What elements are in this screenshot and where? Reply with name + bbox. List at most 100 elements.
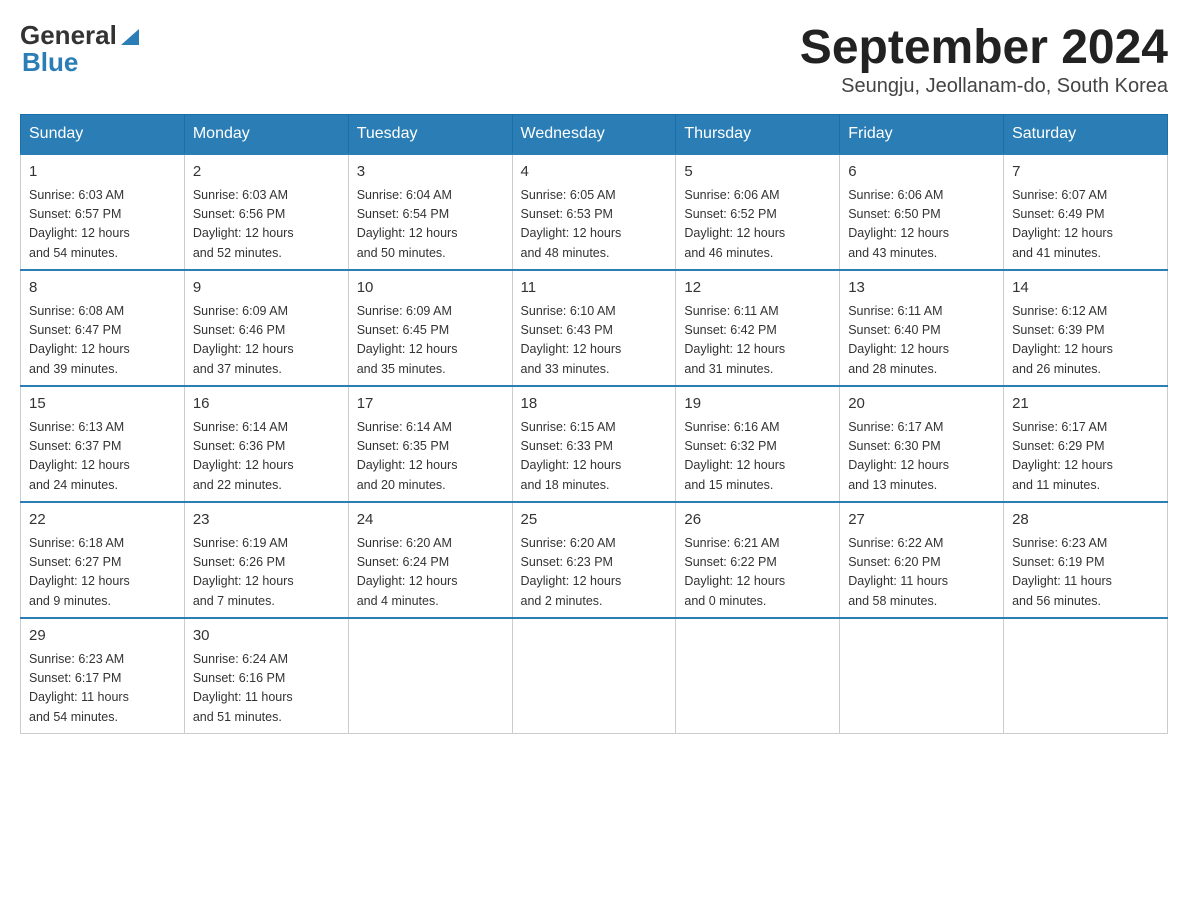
day-info: Sunrise: 6:09 AMSunset: 6:46 PMDaylight:… <box>193 304 294 376</box>
title-section: September 2024 Seungju, Jeollanam-do, So… <box>800 20 1168 98</box>
day-info: Sunrise: 6:17 AMSunset: 6:29 PMDaylight:… <box>1012 420 1113 492</box>
day-number: 6 <box>848 161 995 184</box>
day-number: 17 <box>357 393 504 416</box>
calendar-cell <box>840 618 1004 734</box>
calendar-week-4: 22 Sunrise: 6:18 AMSunset: 6:27 PMDaylig… <box>21 502 1168 618</box>
calendar-cell: 27 Sunrise: 6:22 AMSunset: 6:20 PMDaylig… <box>840 502 1004 618</box>
calendar-cell: 7 Sunrise: 6:07 AMSunset: 6:49 PMDayligh… <box>1004 154 1168 270</box>
day-number: 19 <box>684 393 831 416</box>
day-number: 29 <box>29 625 176 648</box>
day-info: Sunrise: 6:14 AMSunset: 6:35 PMDaylight:… <box>357 420 458 492</box>
day-info: Sunrise: 6:23 AMSunset: 6:17 PMDaylight:… <box>29 652 129 724</box>
day-number: 10 <box>357 277 504 300</box>
calendar-cell: 26 Sunrise: 6:21 AMSunset: 6:22 PMDaylig… <box>676 502 840 618</box>
calendar-cell: 8 Sunrise: 6:08 AMSunset: 6:47 PMDayligh… <box>21 270 185 386</box>
day-number: 27 <box>848 509 995 532</box>
day-info: Sunrise: 6:15 AMSunset: 6:33 PMDaylight:… <box>521 420 622 492</box>
day-number: 1 <box>29 161 176 184</box>
calendar-cell: 14 Sunrise: 6:12 AMSunset: 6:39 PMDaylig… <box>1004 270 1168 386</box>
day-number: 15 <box>29 393 176 416</box>
header-wednesday: Wednesday <box>512 115 676 155</box>
day-number: 3 <box>357 161 504 184</box>
calendar-cell: 20 Sunrise: 6:17 AMSunset: 6:30 PMDaylig… <box>840 386 1004 502</box>
day-info: Sunrise: 6:08 AMSunset: 6:47 PMDaylight:… <box>29 304 130 376</box>
day-info: Sunrise: 6:05 AMSunset: 6:53 PMDaylight:… <box>521 188 622 260</box>
day-number: 2 <box>193 161 340 184</box>
day-number: 16 <box>193 393 340 416</box>
calendar-cell: 30 Sunrise: 6:24 AMSunset: 6:16 PMDaylig… <box>184 618 348 734</box>
day-info: Sunrise: 6:18 AMSunset: 6:27 PMDaylight:… <box>29 536 130 608</box>
weekday-header-row: Sunday Monday Tuesday Wednesday Thursday… <box>21 115 1168 155</box>
calendar-cell: 16 Sunrise: 6:14 AMSunset: 6:36 PMDaylig… <box>184 386 348 502</box>
header-monday: Monday <box>184 115 348 155</box>
calendar-week-2: 8 Sunrise: 6:08 AMSunset: 6:47 PMDayligh… <box>21 270 1168 386</box>
calendar-table: Sunday Monday Tuesday Wednesday Thursday… <box>20 114 1168 734</box>
header-saturday: Saturday <box>1004 115 1168 155</box>
day-number: 18 <box>521 393 668 416</box>
day-number: 21 <box>1012 393 1159 416</box>
page-header: General Blue September 2024 Seungju, Jeo… <box>20 20 1168 98</box>
day-number: 9 <box>193 277 340 300</box>
day-info: Sunrise: 6:04 AMSunset: 6:54 PMDaylight:… <box>357 188 458 260</box>
day-number: 14 <box>1012 277 1159 300</box>
day-number: 22 <box>29 509 176 532</box>
calendar-cell: 23 Sunrise: 6:19 AMSunset: 6:26 PMDaylig… <box>184 502 348 618</box>
day-number: 26 <box>684 509 831 532</box>
calendar-cell: 13 Sunrise: 6:11 AMSunset: 6:40 PMDaylig… <box>840 270 1004 386</box>
day-info: Sunrise: 6:20 AMSunset: 6:24 PMDaylight:… <box>357 536 458 608</box>
day-number: 7 <box>1012 161 1159 184</box>
day-info: Sunrise: 6:03 AMSunset: 6:56 PMDaylight:… <box>193 188 294 260</box>
day-info: Sunrise: 6:19 AMSunset: 6:26 PMDaylight:… <box>193 536 294 608</box>
calendar-cell <box>512 618 676 734</box>
calendar-cell: 19 Sunrise: 6:16 AMSunset: 6:32 PMDaylig… <box>676 386 840 502</box>
day-info: Sunrise: 6:22 AMSunset: 6:20 PMDaylight:… <box>848 536 948 608</box>
calendar-cell: 28 Sunrise: 6:23 AMSunset: 6:19 PMDaylig… <box>1004 502 1168 618</box>
calendar-week-3: 15 Sunrise: 6:13 AMSunset: 6:37 PMDaylig… <box>21 386 1168 502</box>
day-info: Sunrise: 6:13 AMSunset: 6:37 PMDaylight:… <box>29 420 130 492</box>
calendar-cell: 9 Sunrise: 6:09 AMSunset: 6:46 PMDayligh… <box>184 270 348 386</box>
day-info: Sunrise: 6:06 AMSunset: 6:50 PMDaylight:… <box>848 188 949 260</box>
calendar-cell: 2 Sunrise: 6:03 AMSunset: 6:56 PMDayligh… <box>184 154 348 270</box>
day-number: 23 <box>193 509 340 532</box>
day-info: Sunrise: 6:23 AMSunset: 6:19 PMDaylight:… <box>1012 536 1112 608</box>
day-info: Sunrise: 6:20 AMSunset: 6:23 PMDaylight:… <box>521 536 622 608</box>
calendar-cell: 21 Sunrise: 6:17 AMSunset: 6:29 PMDaylig… <box>1004 386 1168 502</box>
day-number: 5 <box>684 161 831 184</box>
calendar-cell: 29 Sunrise: 6:23 AMSunset: 6:17 PMDaylig… <box>21 618 185 734</box>
logo-blue-text: Blue <box>22 47 78 78</box>
day-info: Sunrise: 6:09 AMSunset: 6:45 PMDaylight:… <box>357 304 458 376</box>
header-sunday: Sunday <box>21 115 185 155</box>
calendar-cell: 5 Sunrise: 6:06 AMSunset: 6:52 PMDayligh… <box>676 154 840 270</box>
day-number: 24 <box>357 509 504 532</box>
day-info: Sunrise: 6:12 AMSunset: 6:39 PMDaylight:… <box>1012 304 1113 376</box>
calendar-cell <box>348 618 512 734</box>
day-number: 4 <box>521 161 668 184</box>
day-info: Sunrise: 6:16 AMSunset: 6:32 PMDaylight:… <box>684 420 785 492</box>
calendar-cell: 17 Sunrise: 6:14 AMSunset: 6:35 PMDaylig… <box>348 386 512 502</box>
logo: General Blue <box>20 20 143 78</box>
day-info: Sunrise: 6:10 AMSunset: 6:43 PMDaylight:… <box>521 304 622 376</box>
location: Seungju, Jeollanam-do, South Korea <box>800 75 1168 98</box>
calendar-cell: 6 Sunrise: 6:06 AMSunset: 6:50 PMDayligh… <box>840 154 1004 270</box>
calendar-cell: 18 Sunrise: 6:15 AMSunset: 6:33 PMDaylig… <box>512 386 676 502</box>
day-number: 20 <box>848 393 995 416</box>
day-info: Sunrise: 6:06 AMSunset: 6:52 PMDaylight:… <box>684 188 785 260</box>
header-friday: Friday <box>840 115 1004 155</box>
calendar-cell: 24 Sunrise: 6:20 AMSunset: 6:24 PMDaylig… <box>348 502 512 618</box>
day-info: Sunrise: 6:03 AMSunset: 6:57 PMDaylight:… <box>29 188 130 260</box>
calendar-cell: 22 Sunrise: 6:18 AMSunset: 6:27 PMDaylig… <box>21 502 185 618</box>
day-number: 30 <box>193 625 340 648</box>
calendar-week-5: 29 Sunrise: 6:23 AMSunset: 6:17 PMDaylig… <box>21 618 1168 734</box>
day-number: 25 <box>521 509 668 532</box>
day-info: Sunrise: 6:17 AMSunset: 6:30 PMDaylight:… <box>848 420 949 492</box>
calendar-cell: 3 Sunrise: 6:04 AMSunset: 6:54 PMDayligh… <box>348 154 512 270</box>
calendar-cell: 12 Sunrise: 6:11 AMSunset: 6:42 PMDaylig… <box>676 270 840 386</box>
calendar-cell: 25 Sunrise: 6:20 AMSunset: 6:23 PMDaylig… <box>512 502 676 618</box>
day-info: Sunrise: 6:14 AMSunset: 6:36 PMDaylight:… <box>193 420 294 492</box>
day-number: 12 <box>684 277 831 300</box>
calendar-week-1: 1 Sunrise: 6:03 AMSunset: 6:57 PMDayligh… <box>21 154 1168 270</box>
header-thursday: Thursday <box>676 115 840 155</box>
calendar-cell: 4 Sunrise: 6:05 AMSunset: 6:53 PMDayligh… <box>512 154 676 270</box>
calendar-cell: 10 Sunrise: 6:09 AMSunset: 6:45 PMDaylig… <box>348 270 512 386</box>
header-tuesday: Tuesday <box>348 115 512 155</box>
